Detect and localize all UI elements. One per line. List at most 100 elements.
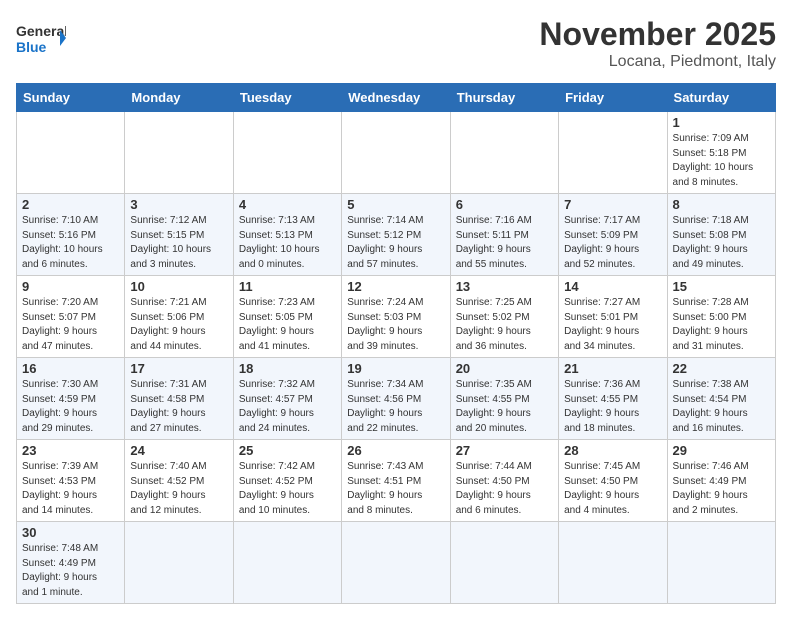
- calendar-cell: 6 Sunrise: 7:16 AM Sunset: 5:11 PM Daylig…: [450, 194, 558, 276]
- day-number: 6: [456, 197, 553, 212]
- calendar-cell: 8 Sunrise: 7:18 AM Sunset: 5:08 PM Daylig…: [667, 194, 775, 276]
- svg-text:Blue: Blue: [16, 39, 47, 55]
- calendar-cell: 11 Sunrise: 7:23 AM Sunset: 5:05 PM Dayli…: [233, 276, 341, 358]
- day-number: 15: [673, 279, 770, 294]
- day-number: 22: [673, 361, 770, 376]
- day-number: 7: [564, 197, 661, 212]
- day-number: 12: [347, 279, 444, 294]
- weekday-header-row: SundayMondayTuesdayWednesdayThursdayFrid…: [17, 84, 776, 112]
- calendar-cell: 23 Sunrise: 7:39 AM Sunset: 4:53 PM Dayli…: [17, 440, 125, 522]
- logo-icon: General Blue: [16, 16, 66, 60]
- day-number: 4: [239, 197, 336, 212]
- day-info: Sunrise: 7:28 AM Sunset: 5:00 PM Dayligh…: [673, 296, 770, 354]
- calendar-cell: [233, 112, 341, 194]
- day-number: 20: [456, 361, 553, 376]
- day-number: 5: [347, 197, 444, 212]
- day-info: Sunrise: 7:23 AM Sunset: 5:05 PM Dayligh…: [239, 296, 336, 354]
- calendar-cell: 3Sunrise: 7:12 AM Sunset: 5:15 PM Daylig…: [125, 194, 233, 276]
- calendar-cell: [233, 522, 341, 604]
- weekday-header-sunday: Sunday: [17, 84, 125, 112]
- weekday-header-monday: Monday: [125, 84, 233, 112]
- day-number: 16: [22, 361, 119, 376]
- calendar-cell: 9Sunrise: 7:20 AM Sunset: 5:07 PM Daylig…: [17, 276, 125, 358]
- calendar-cell: 2 Sunrise: 7:10 AM Sunset: 5:16 PM Daylig…: [17, 194, 125, 276]
- calendar-cell: [667, 522, 775, 604]
- day-info: Sunrise: 7:27 AM Sunset: 5:01 PM Dayligh…: [564, 296, 661, 354]
- day-number: 11: [239, 279, 336, 294]
- svg-text:General: General: [16, 23, 66, 39]
- day-info: Sunrise: 7:35 AM Sunset: 4:55 PM Dayligh…: [456, 378, 553, 436]
- calendar-cell: 28 Sunrise: 7:45 AM Sunset: 4:50 PM Dayli…: [559, 440, 667, 522]
- calendar-cell: 21 Sunrise: 7:36 AM Sunset: 4:55 PM Dayli…: [559, 358, 667, 440]
- calendar-cell: 26Sunrise: 7:43 AM Sunset: 4:51 PM Dayli…: [342, 440, 450, 522]
- calendar-cell: [342, 522, 450, 604]
- calendar-table: SundayMondayTuesdayWednesdayThursdayFrid…: [16, 83, 776, 604]
- calendar-week-row: 9Sunrise: 7:20 AM Sunset: 5:07 PM Daylig…: [17, 276, 776, 358]
- calendar-cell: 15 Sunrise: 7:28 AM Sunset: 5:00 PM Dayli…: [667, 276, 775, 358]
- day-info: Sunrise: 7:16 AM Sunset: 5:11 PM Dayligh…: [456, 214, 553, 272]
- day-info: Sunrise: 7:14 AM Sunset: 5:12 PM Dayligh…: [347, 214, 444, 272]
- day-number: 2: [22, 197, 119, 212]
- calendar-cell: 17 Sunrise: 7:31 AM Sunset: 4:58 PM Dayli…: [125, 358, 233, 440]
- calendar-cell: [559, 522, 667, 604]
- weekday-header-tuesday: Tuesday: [233, 84, 341, 112]
- day-info: Sunrise: 7:40 AM Sunset: 4:52 PM Dayligh…: [130, 460, 227, 518]
- day-info: Sunrise: 7:46 AM Sunset: 4:49 PM Dayligh…: [673, 460, 770, 518]
- calendar-week-row: 16 Sunrise: 7:30 AM Sunset: 4:59 PM Dayli…: [17, 358, 776, 440]
- calendar-cell: 7 Sunrise: 7:17 AM Sunset: 5:09 PM Daylig…: [559, 194, 667, 276]
- calendar-cell: 1Sunrise: 7:09 AM Sunset: 5:18 PM Daylig…: [667, 112, 775, 194]
- day-number: 13: [456, 279, 553, 294]
- day-number: 3: [130, 197, 227, 212]
- calendar-cell: 24 Sunrise: 7:40 AM Sunset: 4:52 PM Dayli…: [125, 440, 233, 522]
- day-number: 26: [347, 443, 444, 458]
- calendar-cell: 13 Sunrise: 7:25 AM Sunset: 5:02 PM Dayli…: [450, 276, 558, 358]
- calendar-cell: 10 Sunrise: 7:21 AM Sunset: 5:06 PM Dayli…: [125, 276, 233, 358]
- day-number: 28: [564, 443, 661, 458]
- calendar-cell: [17, 112, 125, 194]
- day-number: 10: [130, 279, 227, 294]
- month-title: November 2025: [539, 16, 776, 53]
- day-number: 9: [22, 279, 119, 294]
- day-info: Sunrise: 7:39 AM Sunset: 4:53 PM Dayligh…: [22, 460, 119, 518]
- day-info: Sunrise: 7:45 AM Sunset: 4:50 PM Dayligh…: [564, 460, 661, 518]
- day-number: 14: [564, 279, 661, 294]
- page-header: General Blue November 2025 Locana, Piedm…: [16, 16, 776, 71]
- day-info: Sunrise: 7:34 AM Sunset: 4:56 PM Dayligh…: [347, 378, 444, 436]
- day-number: 24: [130, 443, 227, 458]
- day-info: Sunrise: 7:31 AM Sunset: 4:58 PM Dayligh…: [130, 378, 227, 436]
- calendar-cell: 29Sunrise: 7:46 AM Sunset: 4:49 PM Dayli…: [667, 440, 775, 522]
- title-block: November 2025 Locana, Piedmont, Italy: [539, 16, 776, 71]
- calendar-cell: 27 Sunrise: 7:44 AM Sunset: 4:50 PM Dayli…: [450, 440, 558, 522]
- calendar-cell: 30 Sunrise: 7:48 AM Sunset: 4:49 PM Dayli…: [17, 522, 125, 604]
- day-info: Sunrise: 7:21 AM Sunset: 5:06 PM Dayligh…: [130, 296, 227, 354]
- weekday-header-thursday: Thursday: [450, 84, 558, 112]
- day-number: 17: [130, 361, 227, 376]
- day-info: Sunrise: 7:48 AM Sunset: 4:49 PM Dayligh…: [22, 542, 119, 600]
- logo: General Blue: [16, 16, 66, 60]
- calendar-week-row: 1Sunrise: 7:09 AM Sunset: 5:18 PM Daylig…: [17, 112, 776, 194]
- day-info: Sunrise: 7:13 AM Sunset: 5:13 PM Dayligh…: [239, 214, 336, 272]
- day-number: 18: [239, 361, 336, 376]
- weekday-header-friday: Friday: [559, 84, 667, 112]
- day-info: Sunrise: 7:18 AM Sunset: 5:08 PM Dayligh…: [673, 214, 770, 272]
- day-info: Sunrise: 7:10 AM Sunset: 5:16 PM Dayligh…: [22, 214, 119, 272]
- location-title: Locana, Piedmont, Italy: [539, 53, 776, 71]
- day-info: Sunrise: 7:24 AM Sunset: 5:03 PM Dayligh…: [347, 296, 444, 354]
- day-number: 1: [673, 115, 770, 130]
- day-number: 23: [22, 443, 119, 458]
- day-number: 19: [347, 361, 444, 376]
- weekday-header-wednesday: Wednesday: [342, 84, 450, 112]
- day-info: Sunrise: 7:32 AM Sunset: 4:57 PM Dayligh…: [239, 378, 336, 436]
- day-number: 21: [564, 361, 661, 376]
- calendar-week-row: 23 Sunrise: 7:39 AM Sunset: 4:53 PM Dayli…: [17, 440, 776, 522]
- calendar-cell: [125, 112, 233, 194]
- day-info: Sunrise: 7:17 AM Sunset: 5:09 PM Dayligh…: [564, 214, 661, 272]
- day-info: Sunrise: 7:30 AM Sunset: 4:59 PM Dayligh…: [22, 378, 119, 436]
- day-number: 8: [673, 197, 770, 212]
- day-number: 30: [22, 525, 119, 540]
- day-number: 27: [456, 443, 553, 458]
- day-info: Sunrise: 7:25 AM Sunset: 5:02 PM Dayligh…: [456, 296, 553, 354]
- day-info: Sunrise: 7:36 AM Sunset: 4:55 PM Dayligh…: [564, 378, 661, 436]
- calendar-cell: 5 Sunrise: 7:14 AM Sunset: 5:12 PM Daylig…: [342, 194, 450, 276]
- day-info: Sunrise: 7:44 AM Sunset: 4:50 PM Dayligh…: [456, 460, 553, 518]
